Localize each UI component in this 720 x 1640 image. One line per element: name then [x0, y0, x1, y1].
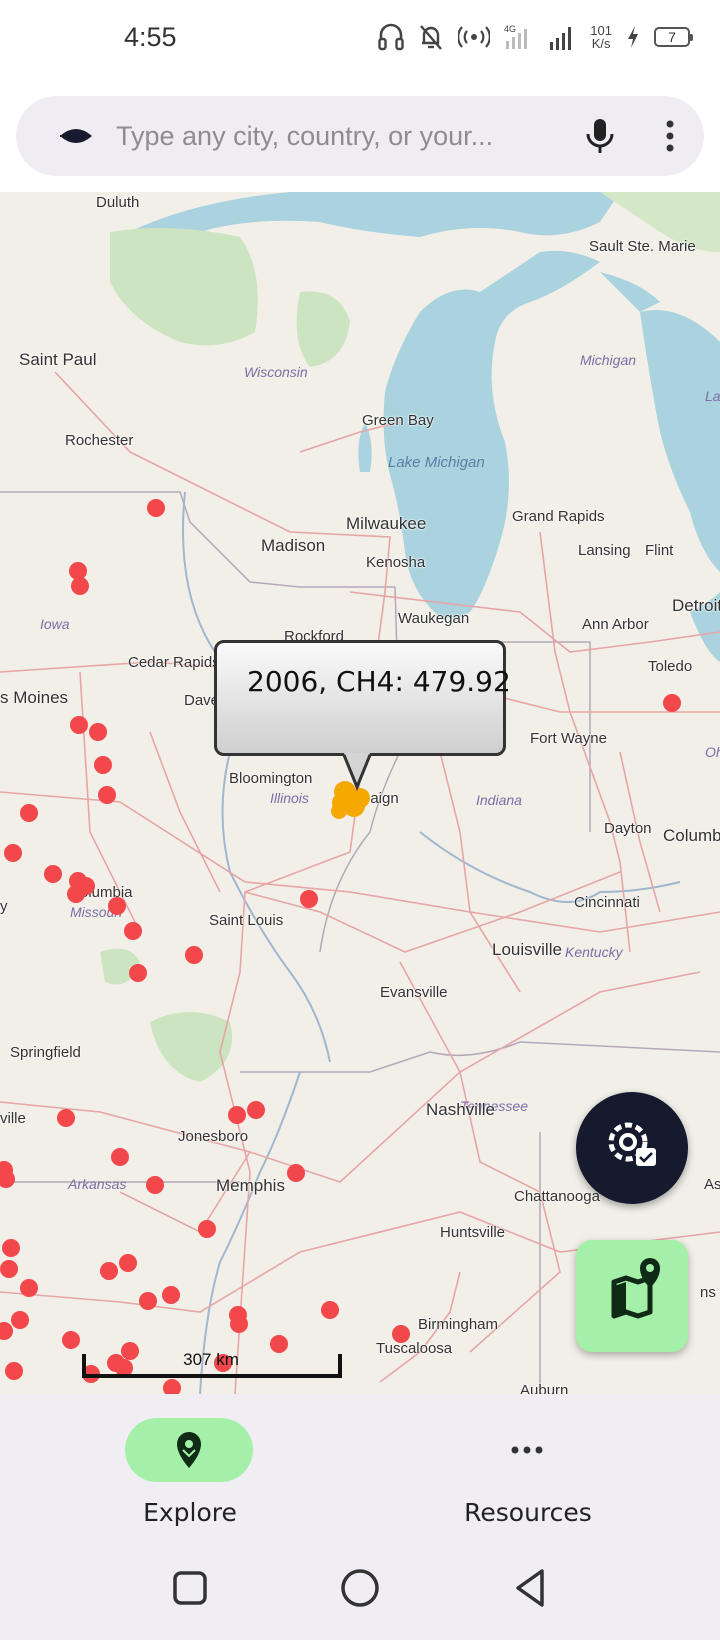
map-pin-icon: [611, 1258, 660, 1319]
headphones-icon: [378, 23, 404, 51]
data-marker: [198, 1220, 216, 1238]
data-marker: [321, 1301, 339, 1319]
charging-icon: [628, 26, 638, 48]
data-marker: [146, 1176, 164, 1194]
data-marker: [129, 964, 147, 982]
scale-label: 307 km: [183, 1350, 239, 1369]
map-view[interactable]: Wisconsin Michigan Iowa Illinois Indiana…: [0, 192, 720, 1394]
data-marker: [0, 1260, 18, 1278]
signal-4g-icon: 4G: [504, 24, 528, 49]
network-type-text: 4G: [504, 24, 516, 34]
system-navigation: [0, 1530, 720, 1640]
home-icon[interactable]: [338, 1566, 382, 1610]
data-marker: [0, 1322, 13, 1340]
data-marker: [4, 844, 22, 862]
data-marker: [100, 1262, 118, 1280]
status-icons: 4G 101 K/s 7: [378, 22, 693, 52]
app-logo-icon: [60, 129, 92, 143]
data-marker: [94, 756, 112, 774]
data-marker: [111, 1148, 129, 1166]
nav-explore-label: Explore: [143, 1498, 237, 1527]
nav-resources-label: Resources: [464, 1498, 592, 1527]
data-marker: [0, 1170, 15, 1188]
net-speed: 101 K/s: [590, 24, 612, 50]
data-marker: [2, 1239, 20, 1257]
data-marker: [663, 694, 681, 712]
data-marker: [185, 946, 203, 964]
data-marker: [228, 1106, 246, 1124]
status-bar: 4:55 4G 101 K/s 7: [0, 0, 720, 84]
popup-tail: [342, 753, 372, 791]
nav-explore[interactable]: Explore: [60, 1394, 320, 1530]
data-marker: [147, 499, 165, 517]
data-marker: [20, 804, 38, 822]
more-horiz-icon: [511, 1446, 543, 1454]
data-marker: [89, 723, 107, 741]
back-icon[interactable]: [510, 1566, 550, 1610]
bell-off-icon: [420, 25, 443, 50]
data-marker: [98, 786, 116, 804]
data-marker: [20, 1279, 38, 1297]
marker-popup[interactable]: 2006, CH4: 479.92: [214, 640, 511, 756]
marker-layer: [0, 499, 681, 1394]
data-marker: [108, 897, 126, 915]
data-marker: [300, 890, 318, 908]
data-marker: [287, 1164, 305, 1182]
status-time: 4:55: [124, 22, 177, 52]
battery-level: 7: [668, 29, 676, 45]
battery-icon: 7: [654, 27, 693, 47]
signal-icon: [550, 27, 572, 50]
search-input[interactable]: [116, 114, 556, 158]
data-marker: [71, 577, 89, 595]
mic-icon[interactable]: [582, 116, 618, 156]
settings-fab[interactable]: [576, 1092, 688, 1204]
data-marker: [119, 1254, 137, 1272]
settings-check-icon: [608, 1122, 656, 1166]
data-marker: [230, 1315, 248, 1333]
popup-text: 2006, CH4: 479.92: [247, 665, 511, 698]
data-marker: [67, 885, 85, 903]
more-vert-icon[interactable]: [664, 118, 676, 154]
data-marker: [44, 865, 62, 883]
data-marker: [11, 1311, 29, 1329]
data-marker: [124, 922, 142, 940]
map-layers-fab[interactable]: [576, 1240, 688, 1352]
data-marker: [5, 1362, 23, 1380]
nav-resources-indicator: [463, 1418, 591, 1482]
nav-explore-indicator: [125, 1418, 253, 1482]
search-bar[interactable]: [16, 96, 704, 176]
data-marker: [57, 1109, 75, 1127]
data-marker: [163, 1379, 181, 1394]
net-speed-unit: K/s: [591, 36, 611, 51]
hotspot-icon: [458, 26, 491, 48]
data-marker: [70, 716, 88, 734]
recent-apps-icon[interactable]: [170, 1568, 210, 1608]
data-marker: [162, 1286, 180, 1304]
nav-resources[interactable]: Resources: [398, 1394, 658, 1530]
location-pin-icon: [177, 1432, 201, 1468]
data-marker: [247, 1101, 265, 1119]
search-header: [0, 84, 720, 192]
bottom-navigation: Explore Resources: [0, 1394, 720, 1530]
data-marker: [139, 1292, 157, 1310]
data-marker: [392, 1325, 410, 1343]
data-marker: [62, 1331, 80, 1349]
